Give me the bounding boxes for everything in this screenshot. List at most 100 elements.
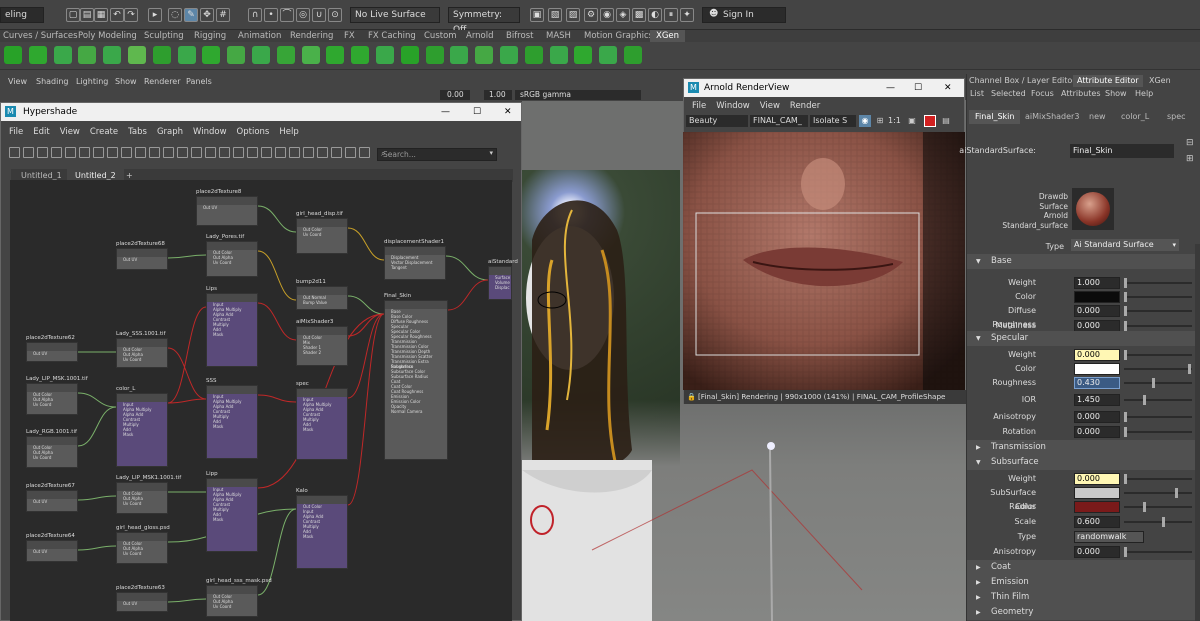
attr-value-field[interactable]	[1074, 487, 1120, 499]
open-scene-icon[interactable]: ▤	[80, 8, 94, 22]
node-port[interactable]: Mask	[207, 424, 257, 429]
shader-node[interactable]: Out UV	[26, 540, 78, 562]
hypershade-icon[interactable]: ◉	[600, 8, 614, 22]
hypershade-tool-icon[interactable]	[149, 147, 160, 158]
hs-menu-graph[interactable]: Graph	[157, 127, 183, 137]
xgen-tool-icon[interactable]	[450, 46, 469, 64]
node-port[interactable]: Uv Coord	[117, 357, 167, 362]
hypershade-tool-icon[interactable]	[275, 147, 286, 158]
ipr-refresh-icon[interactable]: ✦	[680, 8, 694, 22]
save-scene-icon[interactable]: ▦	[94, 8, 108, 22]
node-port[interactable]: Mask	[207, 332, 257, 337]
render-settings-icon[interactable]: ⚙	[584, 8, 598, 22]
attr-slider[interactable]	[1124, 321, 1192, 331]
node-port[interactable]: Uv Coord	[297, 232, 347, 237]
minimize-button[interactable]: —	[441, 103, 450, 121]
xgen-tool-icon[interactable]	[78, 46, 97, 64]
attr-slider[interactable]	[1124, 306, 1192, 316]
node-port[interactable]: Uv Coord	[207, 260, 257, 265]
hypershade-tool-icon[interactable]	[135, 147, 146, 158]
slider-handle[interactable]	[1124, 278, 1127, 288]
shader-node[interactable]: Base Base Color Diffuse Roughness Specular S…	[384, 300, 448, 460]
hypershade-tool-icon[interactable]	[289, 147, 300, 158]
move-tool-icon[interactable]: ✥	[200, 8, 214, 22]
attr-value-field[interactable]: 0.000	[1074, 411, 1120, 423]
xgen-tool-icon[interactable]	[28, 46, 47, 64]
shader-node[interactable]: Input Alpha Multiply Alpha Add Contrast Mult…	[206, 385, 258, 459]
magnet-icon[interactable]: ∪	[312, 8, 326, 22]
attr-slider[interactable]	[1124, 378, 1192, 388]
node-port[interactable]: Uv Coord	[27, 455, 77, 460]
shelf-tab-mash[interactable]: MASH	[546, 30, 571, 42]
shader-node[interactable]: Out Color Out Alpha Uv Coord	[206, 241, 258, 277]
close-button[interactable]: ✕	[504, 103, 512, 121]
viewport-menu-show[interactable]: Show	[115, 77, 137, 86]
hypershade-tool-icon[interactable]	[331, 147, 342, 158]
snap-curve-icon[interactable]: ∩	[248, 8, 262, 22]
shelf-tab-animation[interactable]: Animation	[238, 30, 281, 42]
xgen-tool-icon[interactable]	[475, 46, 494, 64]
hypershade-tool-icon[interactable]	[23, 147, 34, 158]
select-tool-icon[interactable]: ▸	[148, 8, 162, 22]
snap-pivot-icon[interactable]: ⊙	[328, 8, 342, 22]
xgen-tool-icon[interactable]	[152, 46, 171, 64]
attr-slider[interactable]	[1124, 474, 1192, 484]
ipr-render-icon[interactable]: ▨	[566, 8, 580, 22]
node-port[interactable]: Uv Coord	[27, 402, 77, 407]
slider-handle[interactable]	[1124, 412, 1127, 422]
attr-value-field[interactable]: 0.430	[1074, 377, 1120, 389]
viewport-menu-shading[interactable]: Shading	[36, 77, 69, 86]
shader-node[interactable]: Out UV	[196, 196, 258, 226]
symmetry-dropdown[interactable]: Symmetry: Off	[448, 7, 520, 35]
snap-grid-icon[interactable]: #	[216, 8, 230, 22]
maximize-button[interactable]: ☐	[473, 103, 481, 121]
hypershade-tool-icon[interactable]	[9, 147, 20, 158]
exposure-field[interactable]: 0.00	[440, 90, 470, 100]
attr-scrollbar[interactable]	[1195, 244, 1200, 621]
slider-handle[interactable]	[1124, 292, 1127, 302]
shelf-tab-curves-surfaces[interactable]: Curves / Surfaces	[3, 30, 78, 42]
attr-slider[interactable]	[1124, 427, 1192, 437]
fit-icon[interactable]: ▣	[906, 115, 918, 127]
crop-region-icon[interactable]: ◉	[859, 115, 871, 127]
shader-node[interactable]: Input Alpha Multiply Alpha Add Contrast Mult…	[296, 388, 348, 460]
snap-view-icon[interactable]: ⌒	[280, 8, 294, 22]
arnold-render-icon[interactable]: ◈	[616, 8, 630, 22]
attr-slider[interactable]	[1124, 547, 1192, 557]
attr-slider[interactable]	[1124, 488, 1192, 498]
tab-untitled-1[interactable]: Untitled_1	[21, 171, 62, 180]
attr-value-field[interactable]: 0.600	[1074, 516, 1120, 528]
xgen-tool-icon[interactable]	[624, 46, 642, 64]
sign-in-button[interactable]: ☻ Sign In	[702, 7, 786, 23]
xgen-tool-icon[interactable]	[524, 46, 543, 64]
shelf-tab-poly-modeling[interactable]: Poly Modeling	[78, 30, 137, 42]
attr-slider[interactable]	[1124, 517, 1192, 527]
hypershade-tool-icon[interactable]	[163, 147, 174, 158]
shelf-tab-custom[interactable]: Custom	[424, 30, 457, 42]
rv-menu-view[interactable]: View	[760, 101, 780, 111]
section-geometry[interactable]: ▶ Geometry	[967, 605, 1200, 620]
shader-node[interactable]: Out Color Out Alpha Uv Coord	[116, 338, 168, 368]
xgen-tool-icon[interactable]	[599, 46, 618, 64]
shelf-tab-rendering[interactable]: Rendering	[290, 30, 333, 42]
node-port[interactable]: Uv Coord	[117, 501, 167, 506]
hypershade-tool-icon[interactable]	[219, 147, 230, 158]
snapshot-icon[interactable]: ▤	[940, 115, 952, 127]
hypershade-tool-icon[interactable]	[51, 147, 62, 158]
zoom-ratio[interactable]: 1:1	[888, 115, 904, 127]
viewport-menu-lighting[interactable]: Lighting	[76, 77, 108, 86]
xgen-tool-icon[interactable]	[351, 46, 370, 64]
attr-value-field[interactable]: 1.450	[1074, 394, 1120, 406]
hypershade-tool-icon[interactable]	[65, 147, 76, 158]
node-port[interactable]: Mask	[297, 427, 347, 432]
attr-value-field[interactable]: 1.000	[1074, 277, 1120, 289]
slider-handle[interactable]	[1142, 395, 1146, 405]
playblast-icon[interactable]: ◐	[648, 8, 662, 22]
hypershade-tool-icon[interactable]	[233, 147, 244, 158]
close-button[interactable]: ✕	[944, 79, 952, 97]
display-settings-icon[interactable]: ⊞	[874, 115, 886, 127]
hypershade-tool-icon[interactable]	[303, 147, 314, 158]
camera-dropdown[interactable]: FINAL_CAM_	[750, 115, 808, 127]
attr-slider[interactable]	[1124, 292, 1192, 302]
shader-node[interactable]: Out UV	[26, 342, 78, 362]
